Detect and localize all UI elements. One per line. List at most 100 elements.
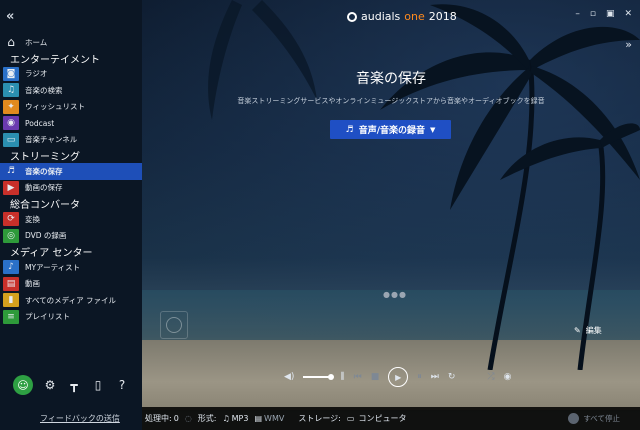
sidebar-item-label: ウィッシュリスト (25, 102, 85, 112)
sidebar-item-music-search[interactable]: ♫ 音楽の検索 (0, 82, 142, 99)
collapse-sidebar-icon[interactable]: « (6, 9, 14, 24)
convert-icon: ⟳ (3, 212, 19, 227)
restore-icon[interactable]: ▫ (590, 9, 596, 19)
palm-trees-image (380, 4, 640, 370)
pager-dots[interactable]: ●●● (383, 290, 407, 299)
window-controls: – ▫ ▣ ✕ (575, 9, 632, 19)
brand-year: 2018 (428, 10, 457, 23)
title-bar: audials one 2018 – ▫ ▣ ✕ (142, 0, 640, 32)
sidebar-item-label: Podcast (25, 118, 55, 128)
thumbnail-placeholder[interactable] (160, 311, 188, 339)
sidebar-item-video[interactable]: ▤ 動画 (0, 276, 142, 293)
play-icon: ▶ (395, 372, 402, 382)
storage-value[interactable]: コンピュータ (358, 413, 406, 424)
gear-icon[interactable]: ⚙ (43, 378, 57, 392)
volume-icon[interactable]: ◀) (284, 372, 294, 382)
music-note-icon: ♫ (222, 414, 230, 423)
stop-icon[interactable]: ■ (371, 372, 380, 382)
home-icon: ⌂ (7, 35, 15, 50)
pencil-icon: ✎ (574, 326, 581, 335)
processing-label: 処理中: (145, 414, 172, 423)
computer-icon: ▭ (346, 414, 355, 423)
sidebar-item-radio[interactable]: ◙ ラジオ (0, 66, 142, 83)
sidebar-item-label: MYアーティスト (25, 262, 81, 272)
sidebar-item-all-media[interactable]: ▮ すべてのメディア ファイル (0, 292, 142, 309)
my-artist-icon: ♪ (3, 260, 19, 275)
sidebar-item-video-record[interactable]: ▶ 動画の保存 (0, 180, 142, 197)
maximize-icon[interactable]: ▣ (606, 9, 615, 19)
feedback-link[interactable]: フィードバックの送信 (40, 413, 120, 424)
sidebar-item-wishlist[interactable]: ✦ ウィッシュリスト (0, 99, 142, 116)
format-label: 形式: (197, 414, 217, 423)
page-title: 音楽の保存 (356, 71, 426, 87)
shuffle-icon[interactable]: ⤮ (487, 372, 494, 382)
volume-slider[interactable] (303, 374, 335, 380)
sidebar-nav: ⌂ ホーム エンターテイメント ◙ ラジオ ♫ 音楽の検索 ✦ ウィッシュリスト… (0, 34, 142, 325)
minimize-icon[interactable]: – (575, 9, 580, 19)
sidebar-item-dvd[interactable]: ◎ DVD の録画 (0, 228, 142, 245)
stop-all-button[interactable]: すべて停止 (568, 413, 620, 424)
storage-label: ストレージ: (298, 414, 341, 423)
sidebar-item-label: ホーム (25, 37, 48, 47)
stop-all-label: すべて停止 (583, 414, 620, 423)
sidebar-item-music-channel[interactable]: ▭ 音楽チャンネル (0, 132, 142, 149)
previous-icon[interactable]: ⏮ (354, 372, 362, 382)
media-player: ◀) ⫼ ⏮ ■ ▶ ⏸ ⏭ ↻ ⤮ ◉ (284, 367, 511, 387)
repeat-icon[interactable]: ↻ (448, 372, 456, 382)
film-icon: ▤ (254, 414, 263, 423)
record-audio-button[interactable]: ♬ 音声/音楽の録音 ▼ (330, 120, 451, 139)
brand-one: one (404, 10, 425, 23)
section-entertainment: エンターテイメント (10, 54, 100, 66)
sidebar-item-label: すべてのメディア ファイル (25, 295, 117, 305)
processing-indicator-icon: ◌ (184, 414, 192, 423)
paint-roller-icon[interactable]: ┳ (67, 378, 81, 392)
section-media-center: メディア センター (10, 248, 93, 259)
sidebar-item-music-record[interactable]: ♬ 音楽の保存 (0, 163, 142, 180)
sidebar-item-label: DVD の録画 (25, 231, 67, 241)
next-icon[interactable]: ⏭ (431, 372, 439, 382)
music-record-icon: ♬ (345, 124, 354, 135)
chevron-down-icon: ▼ (429, 125, 436, 134)
podcast-icon: ◉ (3, 116, 19, 131)
sidebar-item-label: 動画 (25, 279, 40, 289)
sidebar-item-label: 音楽の検索 (25, 85, 63, 95)
record-audio-label: 音声/音楽の録音 (358, 126, 425, 136)
section-streaming: ストリーミング (10, 152, 80, 163)
video-record-icon: ▶ (3, 180, 19, 195)
sidebar-item-my-artist[interactable]: ♪ MYアーティスト (0, 259, 142, 276)
edit-label: 編集 (585, 326, 602, 335)
music-channel-icon: ▭ (3, 132, 19, 147)
sidebar-bottom-toolbar: ☺ ⚙ ┳ ▯ ? (13, 375, 129, 395)
brand-name: audials (361, 10, 401, 23)
dvd-icon: ◎ (3, 228, 19, 243)
audials-logo-icon (347, 11, 357, 22)
equalizer-icon[interactable]: ⫼ (340, 372, 344, 382)
processing-count: 0 (173, 414, 179, 423)
sidebar-item-podcast[interactable]: ◉ Podcast (0, 115, 142, 132)
disc-icon (166, 317, 182, 333)
eye-icon[interactable]: ◉ (504, 372, 512, 382)
sidebar-item-convert[interactable]: ⟳ 変換 (0, 211, 142, 228)
close-icon[interactable]: ✕ (624, 9, 632, 19)
help-icon[interactable]: ? (115, 378, 129, 392)
user-avatar-icon[interactable]: ☺ (13, 375, 33, 395)
edit-button[interactable]: ✎ 編集 (574, 325, 602, 336)
play-button[interactable]: ▶ (388, 367, 409, 387)
sidebar-item-home[interactable]: ⌂ ホーム (0, 34, 142, 51)
sidebar-item-label: プレイリスト (25, 312, 70, 322)
status-bar: 処理中: 0 ◌ 形式: ♫ MP3 ▤ WMV ストレージ: ▭ コンピュータ… (142, 407, 640, 430)
format-mp3[interactable]: MP3 (232, 414, 249, 423)
radio-icon: ◙ (3, 66, 19, 81)
section-converter: 総合コンバータ (10, 200, 80, 211)
sidebar-item-label: 音楽の保存 (25, 166, 63, 176)
video-icon: ▤ (3, 276, 19, 291)
palm-trees-left-image (208, 0, 317, 120)
all-media-icon: ▮ (3, 293, 19, 308)
wishlist-icon: ✦ (3, 99, 19, 114)
format-wmv[interactable]: WMV (264, 414, 284, 423)
expand-panel-icon[interactable]: » (625, 38, 632, 51)
sidebar: « ⌂ ホーム エンターテイメント ◙ ラジオ ♫ 音楽の検索 ✦ ウィッシュリ… (0, 0, 142, 430)
pause-icon[interactable]: ⏸ (417, 372, 422, 382)
devices-icon[interactable]: ▯ (91, 378, 105, 392)
sidebar-item-playlist[interactable]: ≡ プレイリスト (0, 309, 142, 326)
